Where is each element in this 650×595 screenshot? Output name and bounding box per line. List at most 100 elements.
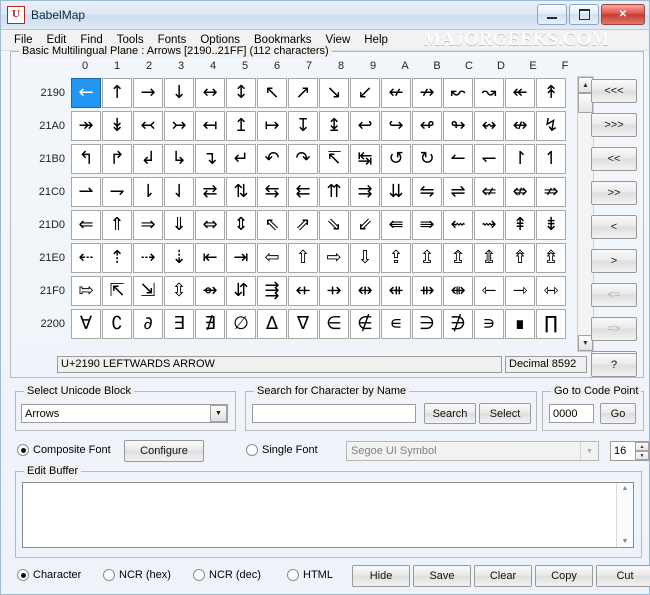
character-cell[interactable]: ⇞ — [505, 210, 535, 240]
chevron-down-icon[interactable]: ▼ — [580, 442, 598, 460]
first-plane-button[interactable]: <<< — [591, 79, 637, 103]
character-cell[interactable]: ⇂ — [133, 177, 163, 207]
character-cell[interactable]: ⇀ — [71, 177, 101, 207]
character-cell[interactable]: ⇄ — [195, 177, 225, 207]
character-cell[interactable]: ∁ — [102, 309, 132, 339]
character-cell[interactable]: ⇼ — [443, 276, 473, 306]
character-cell[interactable]: ⇐ — [71, 210, 101, 240]
character-cell[interactable]: ⇤ — [195, 243, 225, 273]
cut-button[interactable]: Cut — [596, 565, 650, 587]
character-cell[interactable]: ∍ — [474, 309, 504, 339]
character-cell[interactable]: ↥ — [226, 111, 256, 141]
character-cell[interactable]: ⇺ — [381, 276, 411, 306]
character-cell[interactable]: ⇨ — [319, 243, 349, 273]
close-button[interactable]: ✕ — [601, 4, 645, 25]
character-cell[interactable]: ⇅ — [226, 177, 256, 207]
previous-block-button[interactable]: << — [591, 147, 637, 171]
character-cell[interactable]: ⇠ — [71, 243, 101, 273]
character-cell[interactable]: ↣ — [164, 111, 194, 141]
character-cell[interactable]: ⇹ — [350, 276, 380, 306]
save-button[interactable]: Save — [413, 565, 471, 587]
menu-item-help[interactable]: Help — [357, 32, 395, 48]
character-cell[interactable]: ⇦ — [257, 243, 287, 273]
character-cell[interactable]: ↼ — [443, 144, 473, 174]
character-cell[interactable]: ∃ — [164, 309, 194, 339]
character-cell[interactable]: ∀ — [71, 309, 101, 339]
character-cell[interactable]: ⇌ — [443, 177, 473, 207]
character-cell[interactable]: ⇜ — [443, 210, 473, 240]
character-cell[interactable]: ∇ — [288, 309, 318, 339]
character-cell[interactable]: ↞ — [505, 78, 535, 108]
character-cell[interactable]: ⇖ — [257, 210, 287, 240]
character-cell[interactable]: ⇽ — [474, 276, 504, 306]
go-button[interactable]: Go — [600, 403, 636, 424]
search-input[interactable] — [252, 404, 416, 423]
character-cell[interactable]: ⇣ — [164, 243, 194, 273]
character-cell[interactable]: ↴ — [195, 144, 225, 174]
character-cell[interactable]: ⇫ — [412, 243, 442, 273]
character-cell[interactable]: ↙ — [350, 78, 380, 108]
character-cell[interactable]: ⇝ — [474, 210, 504, 240]
character-cell[interactable]: ⇔ — [195, 210, 225, 240]
character-cell[interactable]: ↷ — [288, 144, 318, 174]
character-cell[interactable]: ⇚ — [381, 210, 411, 240]
character-cell[interactable]: ⇯ — [536, 243, 566, 273]
character-cell[interactable]: ⇾ — [505, 276, 535, 306]
character-cell[interactable]: ↯ — [536, 111, 566, 141]
character-cell[interactable]: ⇶ — [257, 276, 287, 306]
character-cell[interactable]: ↳ — [164, 144, 194, 174]
minimize-button[interactable] — [537, 4, 567, 25]
character-cell[interactable]: ↧ — [288, 111, 318, 141]
character-cell[interactable]: ⇮ — [505, 243, 535, 273]
maximize-button[interactable] — [569, 4, 599, 25]
configure-button[interactable]: Configure — [124, 440, 204, 462]
character-cell[interactable]: ↫ — [412, 111, 442, 141]
character-cell[interactable]: ⇙ — [350, 210, 380, 240]
character-cell[interactable]: ⇻ — [412, 276, 442, 306]
character-cell[interactable]: ↲ — [133, 144, 163, 174]
character-cell[interactable]: ↭ — [474, 111, 504, 141]
next-block-button[interactable]: >> — [591, 181, 637, 205]
edit-buffer-text[interactable] — [23, 483, 616, 547]
character-cell[interactable]: ↪ — [381, 111, 411, 141]
output-mode-ncr-dec[interactable]: NCR (dec) — [193, 569, 261, 581]
character-cell[interactable]: ⇸ — [319, 276, 349, 306]
character-cell[interactable]: ∊ — [381, 309, 411, 339]
unicode-block-select[interactable]: Arrows ▼ — [21, 404, 228, 423]
character-cell[interactable]: ↶ — [257, 144, 287, 174]
character-cell[interactable]: ∏ — [536, 309, 566, 339]
character-cell[interactable]: ↘ — [319, 78, 349, 108]
character-cell[interactable]: ⇿ — [536, 276, 566, 306]
character-cell[interactable]: ⇇ — [288, 177, 318, 207]
character-cell[interactable]: ↿ — [536, 144, 566, 174]
character-cell[interactable]: ∈ — [319, 309, 349, 339]
character-cell[interactable]: ∌ — [443, 309, 473, 339]
character-cell[interactable]: ↹ — [350, 144, 380, 174]
character-cell[interactable]: ⇕ — [226, 210, 256, 240]
help-button[interactable]: ? — [591, 353, 637, 377]
character-cell[interactable]: ↔ — [195, 78, 225, 108]
character-cell[interactable]: ↵ — [226, 144, 256, 174]
character-cell[interactable]: ⇧ — [288, 243, 318, 273]
character-cell[interactable]: ⇁ — [102, 177, 132, 207]
character-cell[interactable]: → — [133, 78, 163, 108]
character-cell[interactable]: ⇰ — [71, 276, 101, 306]
character-cell[interactable]: ⇎ — [505, 177, 535, 207]
next-page-button[interactable]: > — [591, 249, 637, 273]
output-mode-character[interactable]: Character — [17, 569, 81, 581]
font-name-select[interactable]: Segoe UI Symbol ▼ — [346, 441, 599, 461]
output-mode-html[interactable]: HTML — [287, 569, 333, 581]
character-cell[interactable]: ↱ — [102, 144, 132, 174]
character-cell[interactable]: ↕ — [226, 78, 256, 108]
character-cell[interactable]: ∉ — [350, 309, 380, 339]
character-cell[interactable]: ∅ — [226, 309, 256, 339]
character-cell[interactable]: ↾ — [505, 144, 535, 174]
previous-page-button[interactable]: < — [591, 215, 637, 239]
character-cell[interactable]: ⇳ — [164, 276, 194, 306]
character-cell[interactable]: ⇥ — [226, 243, 256, 273]
stepper-arrows[interactable]: ▲ ▼ — [635, 442, 649, 460]
edit-buffer-scrollbar[interactable]: ▲ ▼ — [616, 483, 633, 547]
character-cell[interactable]: ↗ — [288, 78, 318, 108]
character-cell[interactable]: ⇷ — [288, 276, 318, 306]
edit-buffer-textarea[interactable]: ▲ ▼ — [22, 482, 634, 548]
